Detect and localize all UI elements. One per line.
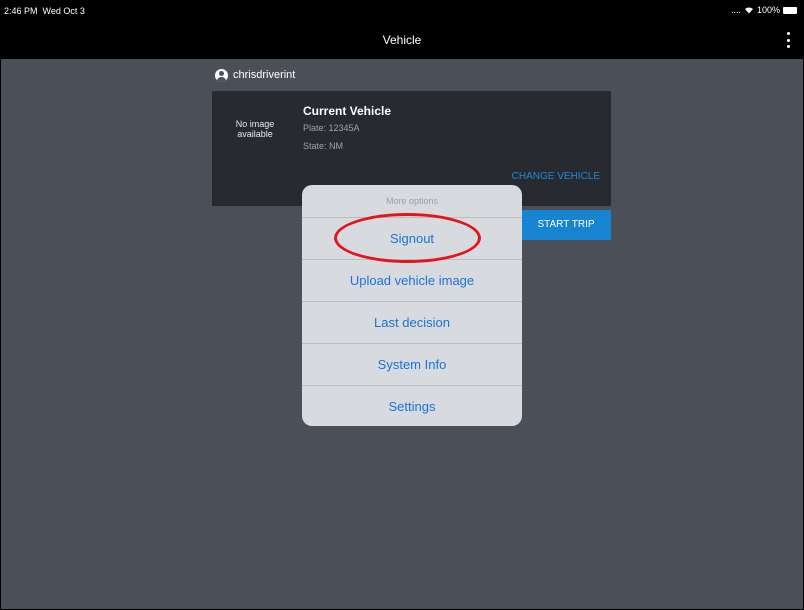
settings-button[interactable]: Settings [302,386,522,426]
start-trip-button[interactable]: START TRIP [521,210,611,240]
user-icon [215,68,228,82]
system-info-button[interactable]: System Info [302,344,522,386]
change-vehicle-button[interactable]: CHANGE VEHICLE [512,171,600,182]
status-date: Wed Oct 3 [42,6,85,16]
battery-icon [783,6,797,14]
no-image-text-line2: available [237,129,273,139]
no-image-text-line1: No image [235,119,275,129]
navigation-bar: Vehicle [1,21,803,59]
vehicle-image-placeholder: No image available [226,119,284,139]
wifi-icon [744,7,753,14]
status-indicators: .... 100% [731,5,797,15]
signout-button[interactable]: Signout [302,218,522,260]
vehicle-card-title: Current Vehicle [303,104,392,118]
vehicle-plate: Plate: 12345A [303,123,360,133]
username: chrisdriverint [233,69,296,81]
page-title: Vehicle [382,33,422,47]
signal-icon: .... [730,5,741,15]
app-window: 2:46 PM Wed Oct 3 .... 100% Vehicle chri… [0,0,804,610]
vehicle-state: State: NM [303,141,344,151]
battery-percent: 100% [756,5,780,15]
status-time: 2:46 PM Wed Oct 3 [4,6,85,16]
status-clock: 2:46 PM [4,6,38,16]
more-vertical-icon[interactable] [783,32,793,48]
upload-vehicle-image-button[interactable]: Upload vehicle image [302,260,522,302]
last-decision-button[interactable]: Last decision [302,302,522,344]
more-options-header: More options [302,185,522,218]
status-bar: 2:46 PM Wed Oct 3 .... 100% [1,1,803,21]
more-options-menu: More options Signout Upload vehicle imag… [302,185,522,426]
current-user: chrisdriverint [215,67,295,83]
